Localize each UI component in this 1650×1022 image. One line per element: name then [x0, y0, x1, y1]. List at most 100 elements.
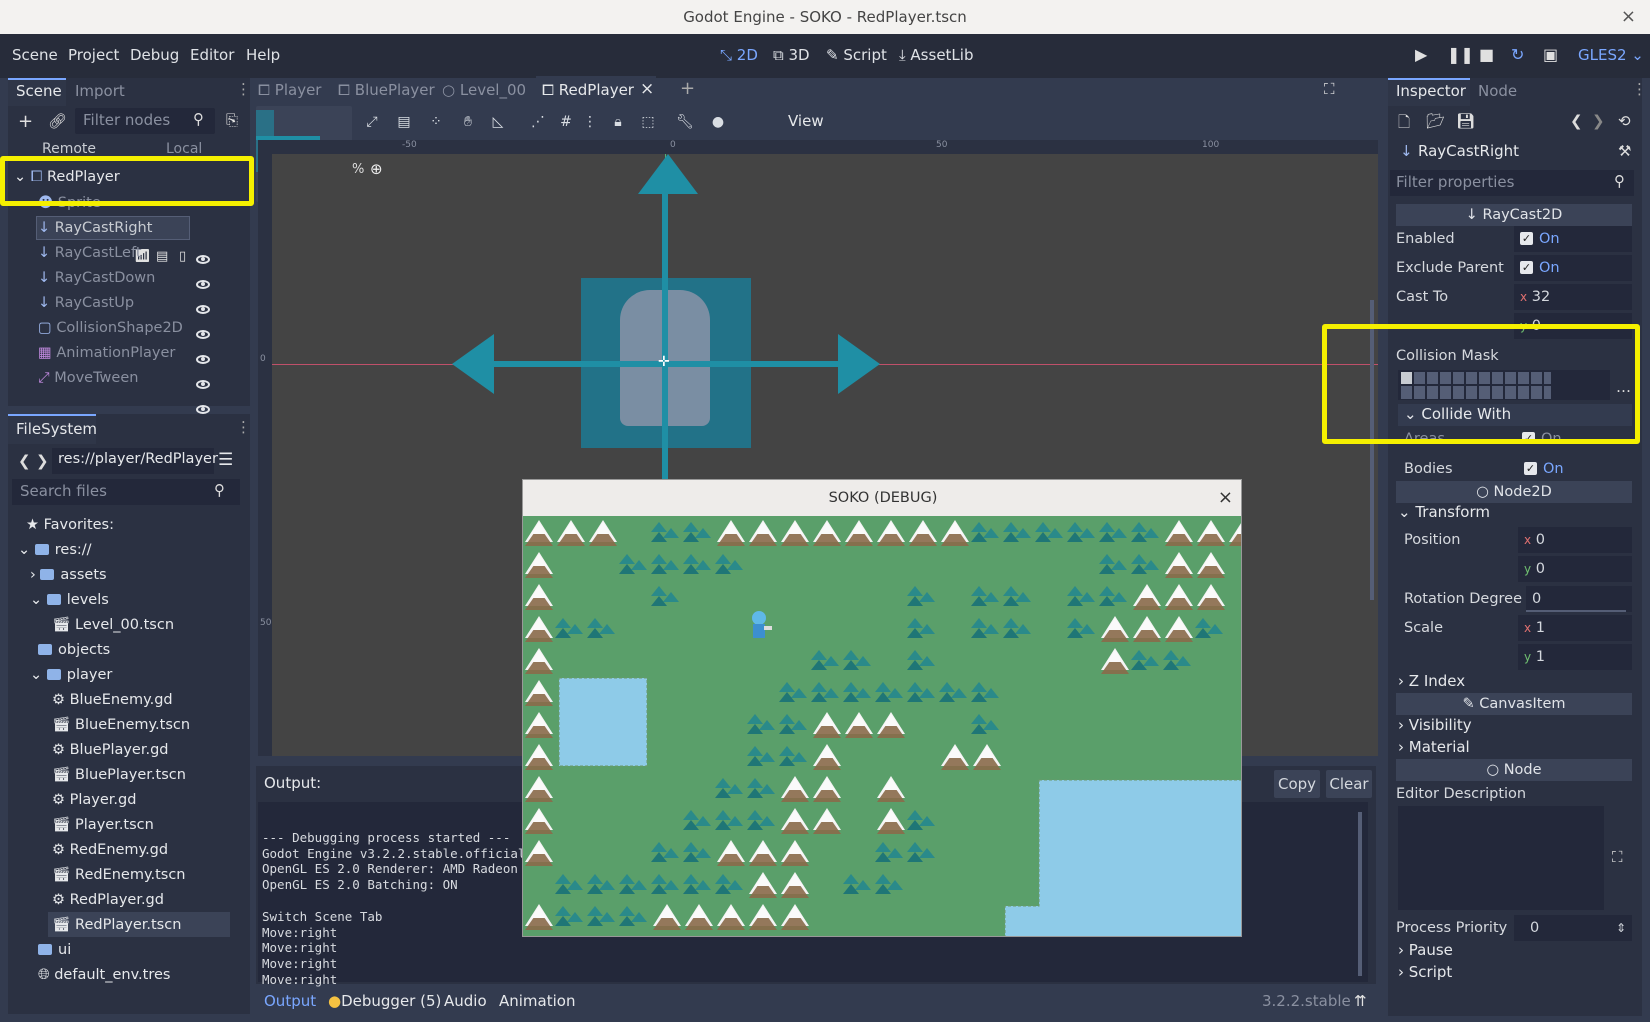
distraction-free-icon[interactable]: ⛶ [1324, 80, 1335, 98]
rotation-slider[interactable]: 0 [1526, 586, 1632, 612]
workspace-assetlib-button[interactable]: ⤓ AssetLib [899, 46, 973, 64]
tab-debugger[interactable]: ●Debugger (5) [328, 992, 441, 1010]
z-index-group[interactable]: › Z Index [1398, 672, 1465, 690]
visibility-eye-icon[interactable] [196, 280, 210, 289]
play-button[interactable]: ▶ [1415, 45, 1427, 64]
local-tab[interactable]: Local [166, 141, 202, 157]
expand-panel-icon[interactable]: ⇈ [1354, 992, 1367, 1010]
scale-mode-icon[interactable]: ⤢ [364, 114, 380, 130]
output-scrollbar[interactable] [1358, 812, 1362, 976]
file-redenemy-tscn[interactable]: 🎬︎ RedEnemy.tscn [52, 862, 186, 888]
remote-tab[interactable]: Remote [42, 141, 96, 157]
workspace-3d-button[interactable]: ⧉ 3D [773, 46, 810, 64]
file-level00-tscn[interactable]: 🎬︎ Level_00.tscn [52, 612, 174, 638]
smart-snap-icon[interactable]: ⋰ [530, 114, 546, 130]
tab-scene-level00[interactable]: ○ Level_00 [442, 81, 526, 99]
tree-node-movetween[interactable]: ⤢ MoveTween [38, 365, 138, 391]
material-group[interactable]: › Material [1398, 738, 1470, 756]
arrow-left-icon[interactable] [452, 334, 494, 394]
grid-snap-icon[interactable]: # [558, 114, 574, 130]
tree-node-raycastleft[interactable]: ↓ RayCastLeft [38, 240, 142, 266]
folder-levels[interactable]: ⌄ levels [30, 587, 109, 613]
tree-node-animationplayer[interactable]: ▦ AnimationPlayer [38, 340, 175, 366]
workspace-2d-button[interactable]: ⤡ 2D [720, 46, 758, 64]
bodies-checkbox[interactable]: ✓ On [1520, 456, 1632, 482]
debug-window-close-button[interactable]: × [1218, 480, 1233, 516]
clear-button[interactable]: Clear [1326, 770, 1372, 798]
pause-button[interactable]: ❚❚ [1447, 45, 1474, 64]
visibility-group[interactable]: › Visibility [1398, 716, 1472, 734]
save-icon[interactable]: 💾︎ [1456, 112, 1475, 130]
enabled-checkbox[interactable]: ✓ On [1514, 226, 1632, 252]
tab-audio[interactable]: Audio [444, 992, 487, 1010]
folder-ui[interactable]: ui [38, 937, 71, 963]
copy-button[interactable]: Copy [1274, 770, 1320, 798]
open-folder-icon[interactable]: 📂︎ [1426, 112, 1445, 130]
menu-scene[interactable]: Scene [12, 46, 58, 64]
scale-x-field[interactable]: x 1 [1518, 615, 1632, 641]
tab-animation[interactable]: Animation [499, 992, 575, 1010]
tab-node[interactable]: Node [1478, 82, 1517, 100]
menu-project[interactable]: Project [68, 46, 119, 64]
arrow-right-icon[interactable] [838, 334, 880, 394]
folder-assets[interactable]: › assets [30, 562, 107, 588]
path-field[interactable]: res://player/RedPlayer [52, 448, 218, 474]
close-tab-icon[interactable]: × [640, 79, 654, 99]
lock-icon[interactable]: 🔒︎ [610, 114, 626, 130]
scene-instance-icon[interactable]: ▤ [156, 249, 168, 264]
file-blueenemy-gd[interactable]: ⚙ BlueEnemy.gd [52, 687, 173, 713]
snap-options-icon[interactable]: ⋮ [582, 114, 598, 130]
new-resource-icon[interactable]: 🗋 [1398, 112, 1410, 137]
ruler-mode-icon[interactable]: ◺ [490, 114, 506, 130]
tree-node-raycastdown[interactable]: ↓ RayCastDown [38, 265, 155, 291]
script-attached-icon[interactable]: ▯ [179, 249, 186, 264]
dock-menu-icon[interactable]: ⋮ [1632, 80, 1647, 98]
file-player-gd[interactable]: ⚙ Player.gd [52, 787, 136, 813]
stop-button[interactable]: ■ [1479, 45, 1494, 64]
history-icon[interactable]: ⟲ [1618, 112, 1631, 130]
position-x-field[interactable]: x 0 [1518, 527, 1632, 553]
scale-y-field[interactable]: y 1 [1518, 644, 1632, 670]
script-group[interactable]: › Script [1398, 963, 1452, 981]
visibility-eye-icon[interactable] [196, 330, 210, 339]
filter-nodes-input[interactable]: Filter nodes ⚲ [75, 108, 215, 134]
folder-res[interactable]: ⌄ res:// [18, 537, 92, 563]
tree-node-raycastright[interactable]: ↓ RayCastRight [38, 215, 152, 241]
tab-scene-redplayer[interactable]: ⧠ RedPlayer [542, 81, 634, 99]
tab-import[interactable]: Import [75, 82, 125, 100]
exclude-parent-checkbox[interactable]: ✓ On [1514, 255, 1632, 281]
folder-objects[interactable]: objects [38, 637, 110, 663]
favorites-row[interactable]: ★ Favorites: [26, 512, 114, 538]
split-mode-icon[interactable]: ☰ [218, 450, 233, 470]
workspace-script-button[interactable]: ✎ Script [826, 46, 887, 64]
arrow-up-icon[interactable] [638, 154, 698, 194]
add-node-icon[interactable]: + [18, 111, 33, 132]
debug-game-window[interactable]: SOKO (DEBUG) × [522, 479, 1242, 937]
tree-node-raycastup[interactable]: ↓ RayCastUp [38, 290, 134, 316]
visibility-eye-icon[interactable] [196, 380, 210, 389]
cast-to-x-field[interactable]: x 32 [1514, 284, 1632, 310]
forward-arrow-icon[interactable]: ❯ [1592, 112, 1605, 130]
pause-group[interactable]: › Pause [1398, 941, 1453, 959]
position-y-field[interactable]: y 0 [1518, 556, 1632, 582]
file-blueplayer-tscn[interactable]: 🎬︎ BluePlayer.tscn [52, 762, 186, 788]
menu-editor[interactable]: Editor [190, 46, 234, 64]
tab-scene[interactable]: Scene [16, 82, 62, 100]
transform-group[interactable]: ⌄ Transform [1398, 503, 1490, 521]
expand-textarea-icon[interactable]: ⛶ [1612, 848, 1623, 866]
search-files-input[interactable]: Search files ⚲ [12, 479, 240, 505]
list-select-icon[interactable]: ▤ [396, 114, 412, 130]
zoom-in-icon[interactable]: ⊕ [370, 160, 383, 178]
pan-hand-icon[interactable]: ✋︎ [460, 114, 476, 130]
menu-debug[interactable]: Debug [130, 46, 179, 64]
pivot-mode-icon[interactable]: ⁘ [428, 114, 444, 130]
visibility-eye-icon[interactable] [196, 255, 210, 264]
group-icon[interactable]: ⬚ [640, 114, 656, 130]
renderer-select[interactable]: GLES2 ⌄ [1578, 46, 1644, 64]
folder-player[interactable]: ⌄ player [30, 662, 112, 688]
file-player-tscn[interactable]: 🎬︎ Player.tscn [52, 812, 154, 838]
play-scene-icon[interactable]: ▣ [1543, 45, 1558, 64]
link-icon[interactable]: 🔗︎ [48, 112, 67, 130]
tab-output[interactable]: Output [264, 992, 316, 1010]
visibility-eye-icon[interactable] [196, 305, 210, 314]
